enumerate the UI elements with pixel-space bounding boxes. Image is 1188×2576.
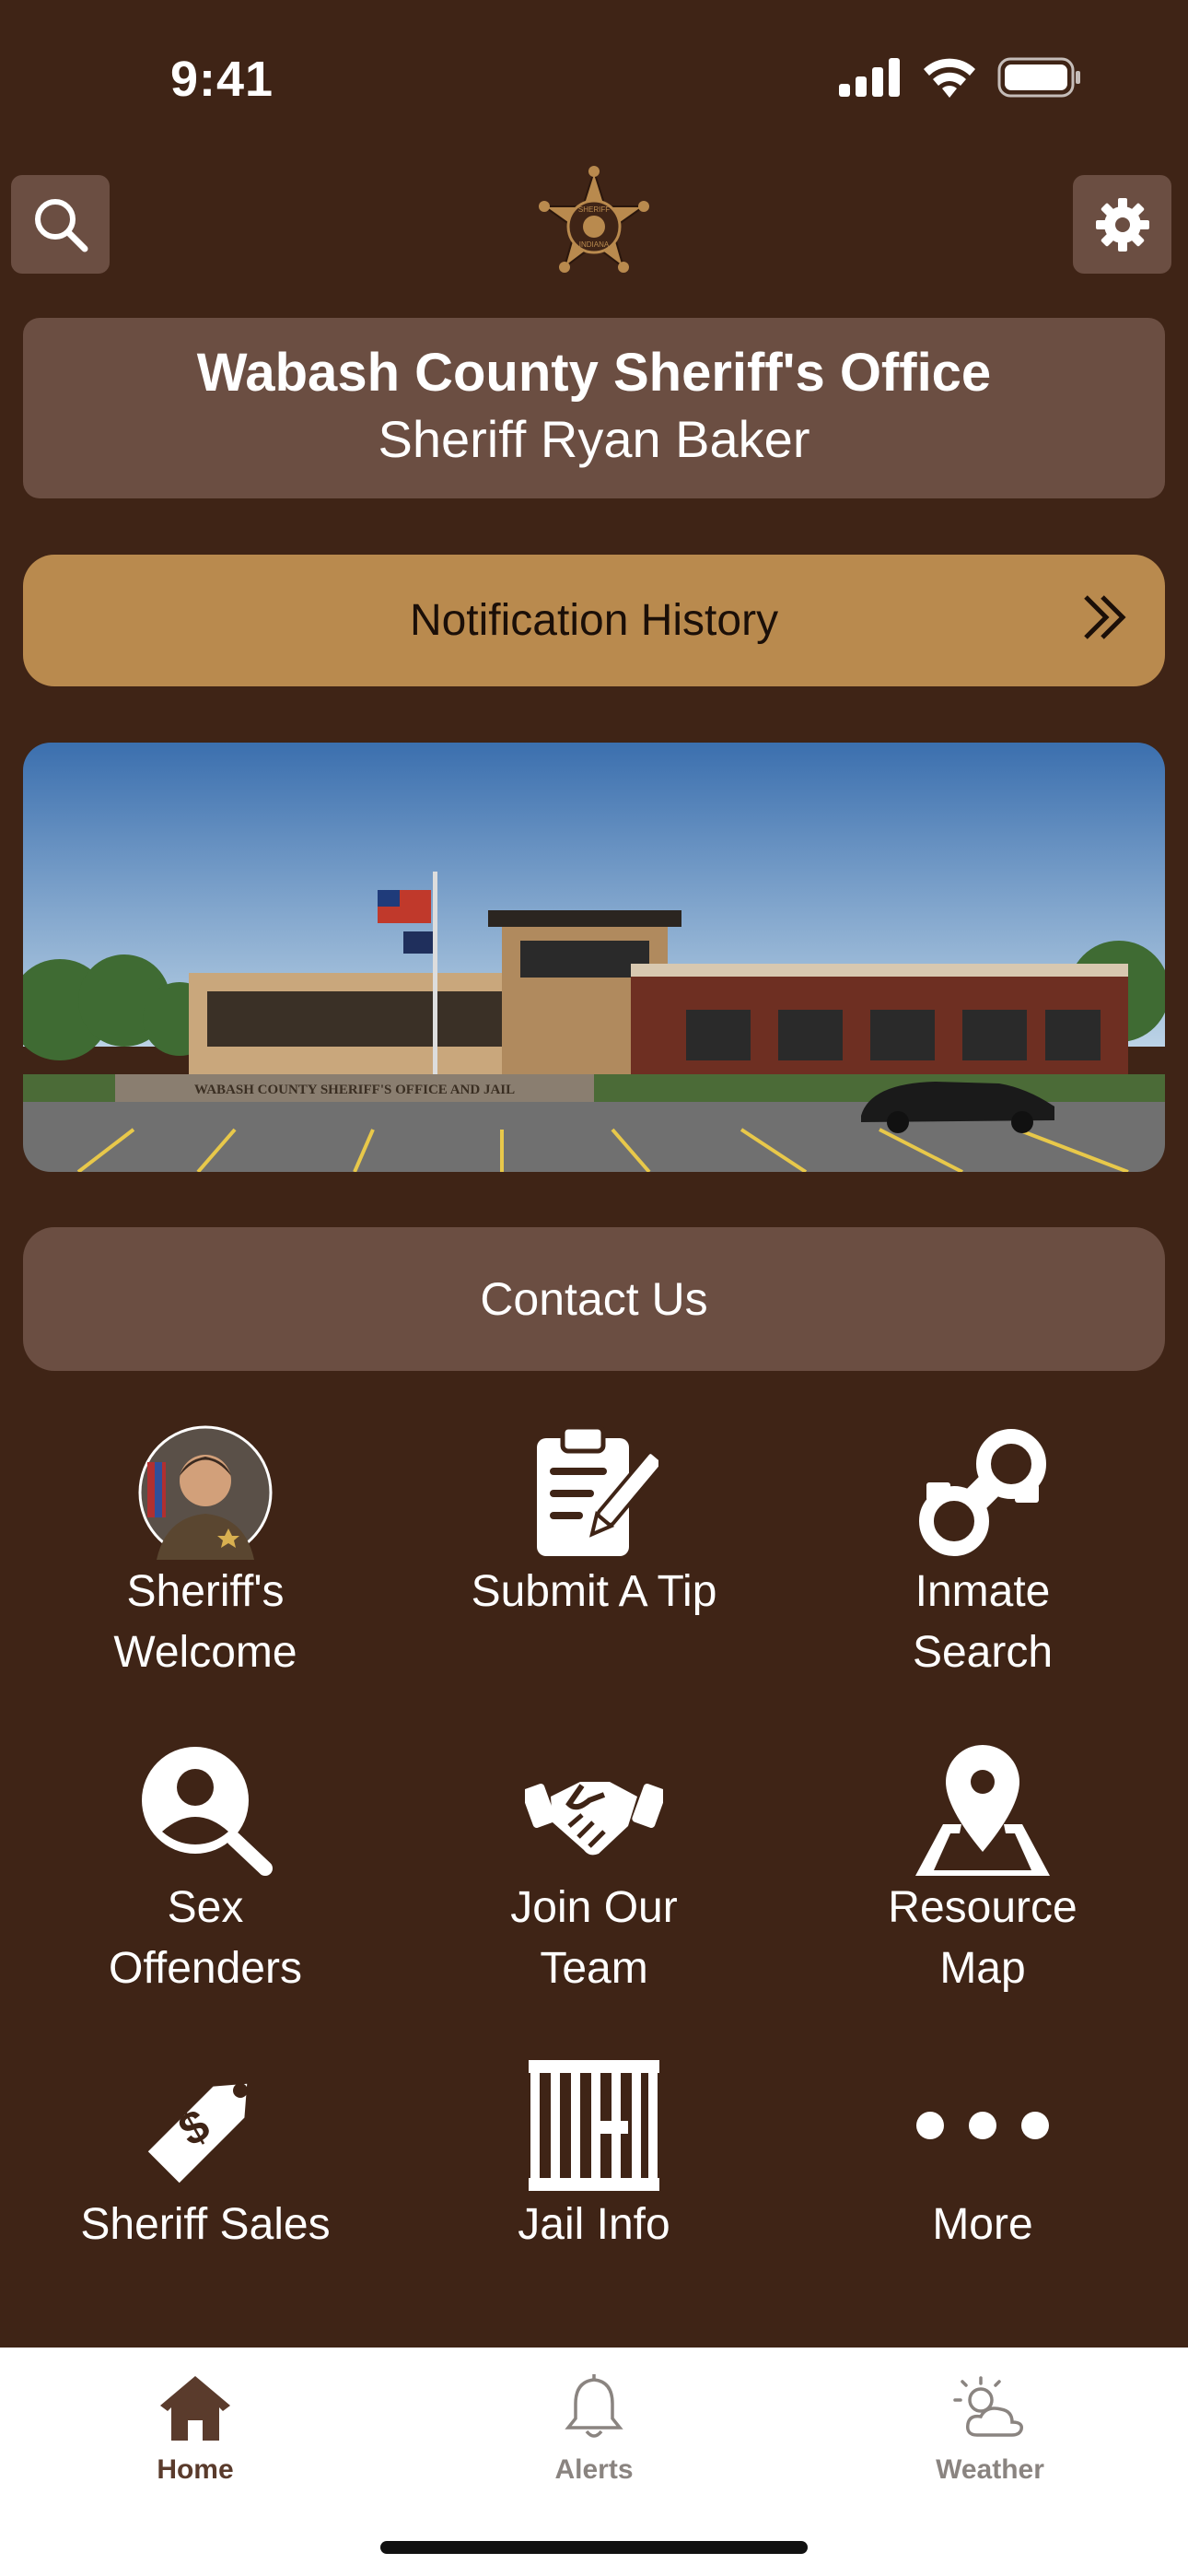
tile-label-line2: Offenders bbox=[109, 1944, 302, 1993]
tile-join-our-team[interactable]: Join Our Team bbox=[410, 1739, 778, 1999]
notification-history-label: Notification History bbox=[409, 596, 779, 645]
home-screen: 9:41 SHERIFF INDIANA Wabash County Sheri… bbox=[0, 0, 1188, 2576]
settings-button[interactable] bbox=[1073, 175, 1171, 274]
tab-weather-label: Weather bbox=[936, 2454, 1044, 2485]
facility-photo: WABASH COUNTY SHERIFF'S OFFICE AND JAIL bbox=[23, 743, 1165, 1172]
tile-label-line1: Sheriff Sales bbox=[80, 2200, 331, 2249]
tab-weather[interactable]: Weather bbox=[879, 2362, 1101, 2486]
org-name: Wabash County Sheriff's Office bbox=[196, 343, 992, 403]
tab-home[interactable]: Home bbox=[85, 2362, 306, 2486]
tile-sheriff-sales[interactable]: $ Sheriff Sales bbox=[21, 2056, 390, 2255]
contact-us-button[interactable]: Contact Us bbox=[23, 1227, 1165, 1371]
search-button[interactable] bbox=[11, 175, 110, 274]
tile-label-line1: Inmate bbox=[914, 1567, 1051, 1616]
tab-home-label: Home bbox=[157, 2454, 234, 2485]
gear-icon bbox=[1095, 197, 1149, 252]
tile-submit-a-tip[interactable]: Submit A Tip bbox=[410, 1423, 778, 1622]
tab-alerts[interactable]: Alerts bbox=[483, 2362, 705, 2486]
tile-jail-info[interactable]: Jail Info bbox=[410, 2056, 778, 2255]
tile-label-line2: Welcome bbox=[113, 1628, 297, 1677]
tile-label-line1: Resource bbox=[888, 1883, 1077, 1932]
battery-icon bbox=[997, 57, 1080, 98]
tile-label-line1: More bbox=[932, 2200, 1033, 2249]
sheriff-badge-logo: SHERIFF INDIANA bbox=[539, 166, 649, 273]
tile-label-line1: Sheriff's bbox=[126, 1567, 285, 1616]
tile-sheriffs-welcome[interactable]: Sheriff's Welcome bbox=[21, 1423, 390, 1683]
search-icon bbox=[34, 198, 87, 252]
home-indicator bbox=[380, 2541, 808, 2554]
tile-label-line1: Sex bbox=[167, 1883, 244, 1932]
tile-label-line1: Submit A Tip bbox=[471, 1567, 717, 1616]
tile-label-line1: Join Our bbox=[510, 1883, 678, 1932]
tab-alerts-label: Alerts bbox=[554, 2454, 634, 2485]
more-dots-icon bbox=[916, 2112, 1049, 2139]
tile-label-line2: Team bbox=[540, 1944, 648, 1993]
handcuffs-icon bbox=[919, 1429, 1046, 1556]
tile-label-line2: Search bbox=[912, 1628, 1054, 1677]
badge-text-bottom: INDIANA bbox=[579, 240, 610, 249]
badge-text-top: SHERIFF bbox=[578, 205, 610, 214]
agency-title-card: Wabash County Sheriff's Office Sheriff R… bbox=[23, 318, 1165, 498]
tile-more[interactable]: More bbox=[798, 2056, 1167, 2255]
building-sign-text: WABASH COUNTY SHERIFF'S OFFICE AND JAIL bbox=[194, 1083, 515, 1097]
contact-us-label: Contact Us bbox=[480, 1273, 708, 1325]
bell-icon bbox=[565, 2374, 623, 2438]
person-search-icon bbox=[142, 1747, 273, 1876]
tile-label-line2: Map bbox=[939, 1944, 1026, 1993]
signal-icon bbox=[839, 58, 900, 97]
clipboard-pen-icon bbox=[537, 1425, 658, 1556]
tile-resource-map[interactable]: Resource Map bbox=[798, 1739, 1167, 1999]
sheriff-portrait-avatar bbox=[138, 1425, 273, 1560]
handshake-icon bbox=[525, 1782, 663, 1856]
jail-bars-icon bbox=[529, 2060, 659, 2191]
map-pin-icon bbox=[915, 1745, 1050, 1876]
status-icons bbox=[839, 57, 1082, 98]
home-icon bbox=[160, 2376, 230, 2441]
tile-label-line1: Jail Info bbox=[518, 2200, 670, 2249]
double-chevron-right-icon bbox=[1084, 595, 1126, 639]
tile-inmate-search[interactable]: Inmate Search bbox=[798, 1423, 1167, 1683]
price-tag-icon: $ bbox=[147, 2083, 248, 2184]
weather-icon bbox=[953, 2376, 1024, 2437]
sheriff-name: Sheriff Ryan Baker bbox=[378, 410, 810, 468]
notification-history-button[interactable]: Notification History bbox=[23, 555, 1165, 686]
tile-sex-offenders[interactable]: Sex Offenders bbox=[21, 1739, 390, 1999]
status-time: 9:41 bbox=[170, 52, 274, 107]
wifi-icon bbox=[924, 58, 975, 98]
